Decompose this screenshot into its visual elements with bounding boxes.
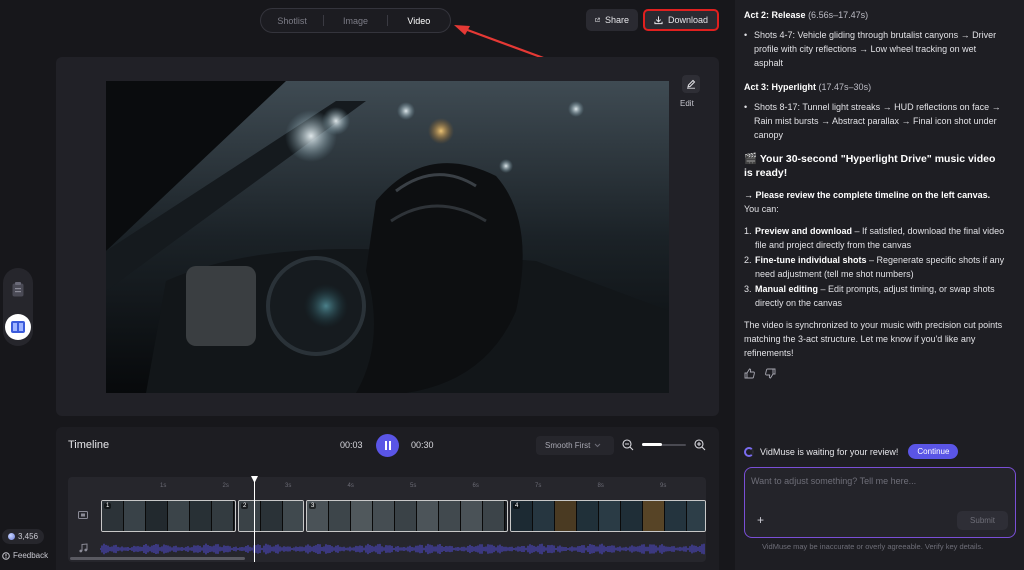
- clapperboard-icon: 🎬: [744, 153, 758, 165]
- video-player[interactable]: [106, 81, 669, 393]
- feedback-buttons: [744, 368, 1006, 379]
- download-icon: [654, 16, 663, 25]
- ready-heading: 🎬 Your 30-second "Hyperlight Drive" musi…: [744, 153, 996, 179]
- ruler-tick-label: 4s: [347, 483, 354, 489]
- music-note-icon: [79, 543, 88, 553]
- clip-number: 4: [513, 503, 521, 509]
- edit-icon: [687, 79, 696, 89]
- review-instruction: → Please review the complete timeline on…: [744, 190, 991, 214]
- clip-number: 2: [241, 503, 249, 509]
- zoom-in-icon[interactable]: [694, 439, 706, 451]
- transition-mode-value: Smooth First: [545, 441, 591, 450]
- thumbs-up-icon[interactable]: [744, 368, 755, 379]
- tab-shotlist[interactable]: Shotlist: [261, 16, 323, 26]
- view-tabs: Shotlist Image Video: [260, 8, 451, 33]
- pause-icon: [384, 441, 391, 450]
- review-status: VidMuse is waiting for your review! Cont…: [744, 444, 959, 459]
- act2-bullet: Shots 4-7: Vehicle gliding through bruta…: [744, 28, 1006, 70]
- audio-waveform: [100, 543, 705, 555]
- thumbs-down-icon[interactable]: [765, 368, 776, 379]
- feedback-link[interactable]: Feedback: [2, 551, 48, 560]
- share-button[interactable]: Share: [586, 9, 638, 31]
- video-clip[interactable]: 3: [306, 500, 508, 532]
- ruler-tick-label: 5s: [410, 483, 417, 489]
- zoom-slider-fill: [642, 443, 662, 446]
- ruler-tick-label: 1s: [160, 483, 167, 489]
- loading-spinner-icon: [744, 446, 754, 457]
- ruler-tick-label: 7s: [535, 483, 542, 489]
- tab-image[interactable]: Image: [324, 16, 386, 26]
- pause-button[interactable]: [376, 434, 399, 457]
- film-editor-icon[interactable]: [5, 314, 31, 340]
- total-time: 00:30: [411, 440, 434, 450]
- credits-badge[interactable]: 3,456: [2, 529, 45, 544]
- current-time: 00:03: [340, 440, 363, 450]
- clip-number: 1: [104, 503, 112, 509]
- option-item: 3. Manual editing – Edit prompts, adjust …: [744, 284, 995, 308]
- share-label: Share: [604, 15, 629, 25]
- message-input-placeholder[interactable]: Want to adjust something? Tell me here..…: [751, 476, 916, 486]
- zoom-out-icon[interactable]: [622, 439, 634, 451]
- edit-button[interactable]: [682, 75, 700, 93]
- video-clip[interactable]: 1: [101, 500, 236, 532]
- act2-heading: Act 2: Release (6.56s–17.47s): [744, 10, 869, 20]
- add-attachment-icon[interactable]: +: [757, 513, 764, 527]
- chevron-down-icon: [594, 443, 601, 448]
- option-item: 2. Fine-tune individual shots – Regenerat…: [744, 255, 1005, 279]
- ruler-tick-label: 6s: [472, 483, 479, 489]
- video-frame-image: [106, 81, 669, 393]
- chat-message: Act 2: Release (6.56s–17.47s) Shots 4-7:…: [744, 8, 1006, 379]
- waiting-text: VidMuse is waiting for your review!: [760, 446, 899, 457]
- timeline-scrollbar[interactable]: [70, 557, 245, 560]
- transition-mode-select[interactable]: Smooth First: [536, 436, 614, 455]
- playhead[interactable]: [254, 477, 255, 562]
- edit-label: Edit: [680, 99, 694, 108]
- closing-text: The video is synchronized to your music …: [744, 320, 1003, 358]
- feedback-label: Feedback: [13, 551, 49, 560]
- video-clip[interactable]: 2: [238, 500, 304, 532]
- submit-button[interactable]: Submit: [957, 511, 1008, 530]
- video-clip[interactable]: 4: [510, 500, 706, 532]
- download-label: Download: [667, 15, 708, 25]
- disclaimer-text: VidMuse may be inaccurate or overly agre…: [762, 542, 984, 551]
- video-track-icon: [78, 511, 88, 519]
- act3-bullet: Shots 8-17: Tunnel light streaks → HUD r…: [744, 100, 1006, 142]
- clipboard-icon[interactable]: [7, 278, 29, 300]
- timeline-title: Timeline: [68, 439, 110, 451]
- act3-heading: Act 3: Hyperlight (17.47s–30s): [744, 82, 872, 92]
- ruler-tick-label: 3s: [285, 483, 292, 489]
- feedback-icon: [2, 551, 10, 560]
- share-icon: [595, 17, 600, 23]
- ruler-tick-label: 2s: [222, 483, 229, 489]
- option-item: 1. Preview and download – If satisfied, d…: [744, 226, 1005, 250]
- ruler-tick-label: 8s: [597, 483, 604, 489]
- continue-button[interactable]: Continue: [908, 444, 959, 459]
- ruler-tick-label: 9s: [660, 483, 667, 489]
- download-button[interactable]: Download: [643, 9, 719, 31]
- left-rail: 3,456 Feedback: [0, 0, 56, 570]
- credits-icon: [8, 533, 15, 540]
- clip-number: 3: [309, 503, 317, 509]
- credits-count: 3,456: [18, 532, 39, 541]
